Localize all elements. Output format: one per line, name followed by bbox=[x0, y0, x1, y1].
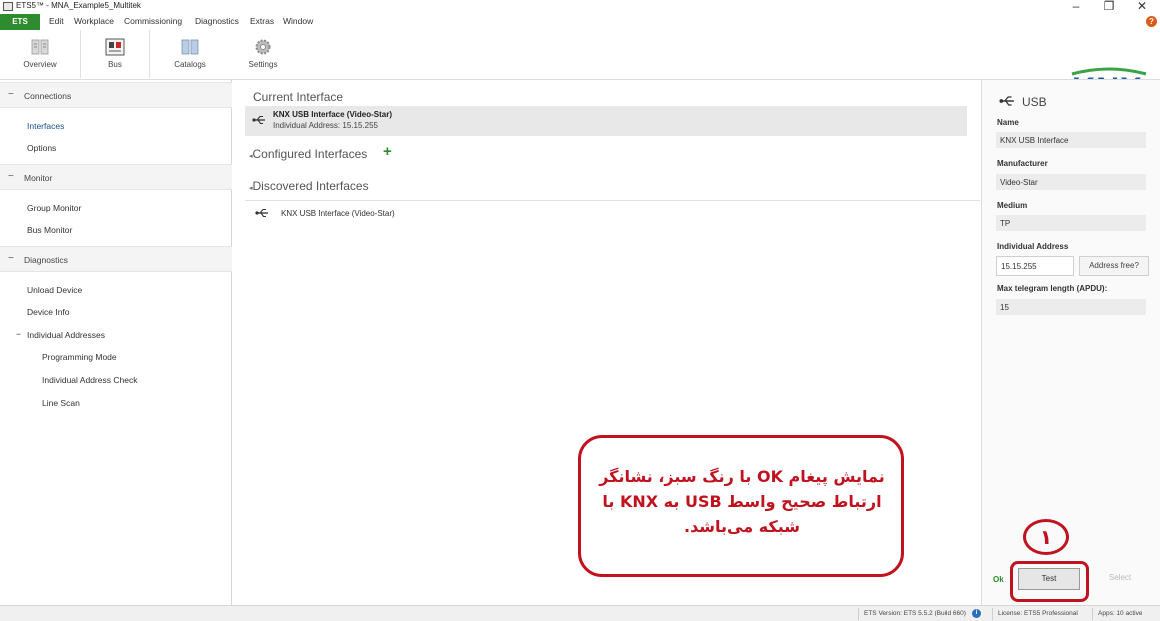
ets-menu-button[interactable]: ETS bbox=[0, 14, 40, 30]
usb-icon bbox=[255, 208, 268, 218]
collapse-icon[interactable]: − bbox=[8, 89, 14, 100]
add-interface-icon[interactable]: + bbox=[383, 143, 392, 160]
bus-button[interactable]: Bus bbox=[80, 30, 150, 78]
sidebar-item-interfaces[interactable]: Interfaces bbox=[27, 121, 64, 131]
step-number-badge: ۱ bbox=[1023, 519, 1069, 555]
ets-version-text: ETS Version: ETS 5.5.2 (Build 660) bbox=[864, 610, 966, 617]
info-icon[interactable]: i bbox=[972, 609, 981, 618]
individual-addresses-toggle[interactable]: − bbox=[16, 329, 21, 339]
annotation-callout: نمایش پیغام OK با رنگ سبز، نشانگر ارتباط… bbox=[578, 435, 904, 577]
select-button[interactable]: Select bbox=[1090, 568, 1150, 590]
status-bar: ETS Version: ETS 5.5.2 (Build 660) i Lic… bbox=[0, 605, 1160, 621]
current-interface-name: KNX USB Interface (Video-Star) bbox=[273, 110, 392, 119]
manufacturer-field: Video-Star bbox=[996, 174, 1146, 190]
catalogs-button[interactable]: Catalogs bbox=[155, 30, 225, 78]
bus-label: Bus bbox=[108, 60, 122, 69]
individual-address-label: Individual Address bbox=[997, 242, 1069, 251]
collapse-icon[interactable]: − bbox=[8, 171, 14, 182]
current-interface-heading: Current Interface bbox=[253, 90, 344, 104]
individual-address-input[interactable]: 15.15.255 bbox=[996, 256, 1074, 276]
discovered-interface-item[interactable]: KNX USB Interface (Video-Star) bbox=[281, 209, 395, 218]
menu-window[interactable]: Window bbox=[283, 16, 313, 26]
status-separator bbox=[992, 608, 993, 620]
usb-icon bbox=[252, 115, 265, 125]
section-connections[interactable]: − Connections bbox=[0, 82, 232, 108]
sidebar: − Connections Interfaces Options − Monit… bbox=[0, 80, 232, 605]
ribbon: Overview Bus Catalogs Settings KNX bbox=[0, 30, 1160, 106]
configured-interfaces-heading[interactable]: ◂Configured Interfaces bbox=[249, 147, 367, 161]
section-diagnostics[interactable]: − Diagnostics bbox=[0, 246, 232, 272]
apdu-label: Max telegram length (APDU): bbox=[997, 284, 1108, 293]
sidebar-item-bus-monitor[interactable]: Bus Monitor bbox=[27, 225, 72, 235]
sidebar-item-individual-addresses[interactable]: Individual Addresses bbox=[27, 330, 105, 340]
status-separator bbox=[858, 608, 859, 620]
configured-label: Configured Interfaces bbox=[252, 147, 368, 161]
usb-icon bbox=[999, 96, 1014, 106]
overview-icon bbox=[31, 39, 49, 55]
properties-title: USB bbox=[1022, 95, 1047, 109]
close-button[interactable]: ✕ bbox=[1132, 0, 1152, 13]
menu-edit[interactable]: Edit bbox=[49, 16, 64, 26]
sidebar-item-programming-mode[interactable]: Programming Mode bbox=[42, 352, 117, 362]
menu-commissioning[interactable]: Commissioning bbox=[124, 16, 182, 26]
status-separator bbox=[1092, 608, 1093, 620]
sidebar-item-address-check[interactable]: Individual Address Check bbox=[42, 375, 137, 385]
minimize-button[interactable]: – bbox=[1066, 0, 1086, 13]
discovered-interfaces-heading[interactable]: ◂Discovered Interfaces bbox=[249, 179, 369, 193]
overview-button[interactable]: Overview bbox=[5, 30, 75, 78]
menu-extras[interactable]: Extras bbox=[250, 16, 274, 26]
gear-icon bbox=[255, 39, 271, 55]
annotation-text: نمایش پیغام OK با رنگ سبز، نشانگر ارتباط… bbox=[599, 467, 885, 536]
title-bar: ETS5™ - MNA_Example5_Multitek – ❐ ✕ bbox=[0, 0, 1160, 14]
discovered-label: Discovered Interfaces bbox=[252, 179, 369, 193]
current-interface-address: Individual Address: 15.15.255 bbox=[273, 121, 378, 130]
maximize-button[interactable]: ❐ bbox=[1099, 0, 1119, 13]
catalogs-icon bbox=[181, 39, 199, 55]
catalogs-label: Catalogs bbox=[174, 60, 206, 69]
medium-label: Medium bbox=[997, 201, 1028, 210]
divider bbox=[245, 200, 980, 201]
menu-diagnostics[interactable]: Diagnostics bbox=[195, 16, 239, 26]
help-icon[interactable]: ? bbox=[1146, 16, 1157, 27]
menu-bar: ETS Edit Workplace Commissioning Diagnos… bbox=[0, 14, 1160, 30]
ets-app-icon bbox=[3, 2, 13, 11]
collapse-icon[interactable]: − bbox=[8, 253, 14, 264]
section-monitor[interactable]: − Monitor bbox=[0, 164, 232, 190]
menu-workplace[interactable]: Workplace bbox=[74, 16, 114, 26]
apps-text: Apps: 10 active bbox=[1098, 610, 1143, 617]
ok-status-text: Ok bbox=[993, 575, 1004, 584]
bus-icon bbox=[105, 38, 125, 56]
properties-panel: USB Name KNX USB Interface Manufacturer … bbox=[981, 80, 1160, 605]
address-free-button[interactable]: Address free? bbox=[1079, 256, 1149, 276]
section-label: Monitor bbox=[24, 173, 53, 183]
overview-label: Overview bbox=[23, 60, 57, 69]
sidebar-item-group-monitor[interactable]: Group Monitor bbox=[27, 203, 81, 213]
settings-button[interactable]: Settings bbox=[228, 30, 298, 78]
window-title: ETS5™ - MNA_Example5_Multitek bbox=[16, 1, 141, 10]
manufacturer-label: Manufacturer bbox=[997, 159, 1048, 168]
settings-label: Settings bbox=[248, 60, 278, 69]
name-label: Name bbox=[997, 118, 1019, 127]
current-interface-row[interactable]: KNX USB Interface (Video-Star) Individua… bbox=[245, 106, 967, 136]
section-label: Diagnostics bbox=[24, 255, 68, 265]
medium-field: TP bbox=[996, 215, 1146, 231]
section-label: Connections bbox=[24, 91, 72, 101]
sidebar-item-unload-device[interactable]: Unload Device bbox=[27, 285, 82, 295]
name-field[interactable]: KNX USB Interface bbox=[996, 132, 1146, 148]
sidebar-item-device-info[interactable]: Device Info bbox=[27, 307, 70, 317]
test-button-highlight bbox=[1010, 561, 1089, 602]
sidebar-item-options[interactable]: Options bbox=[27, 143, 56, 153]
sidebar-item-line-scan[interactable]: Line Scan bbox=[42, 398, 80, 408]
apdu-field[interactable]: 15 bbox=[996, 299, 1146, 315]
license-text: License: ETS5 Professional bbox=[998, 610, 1078, 617]
